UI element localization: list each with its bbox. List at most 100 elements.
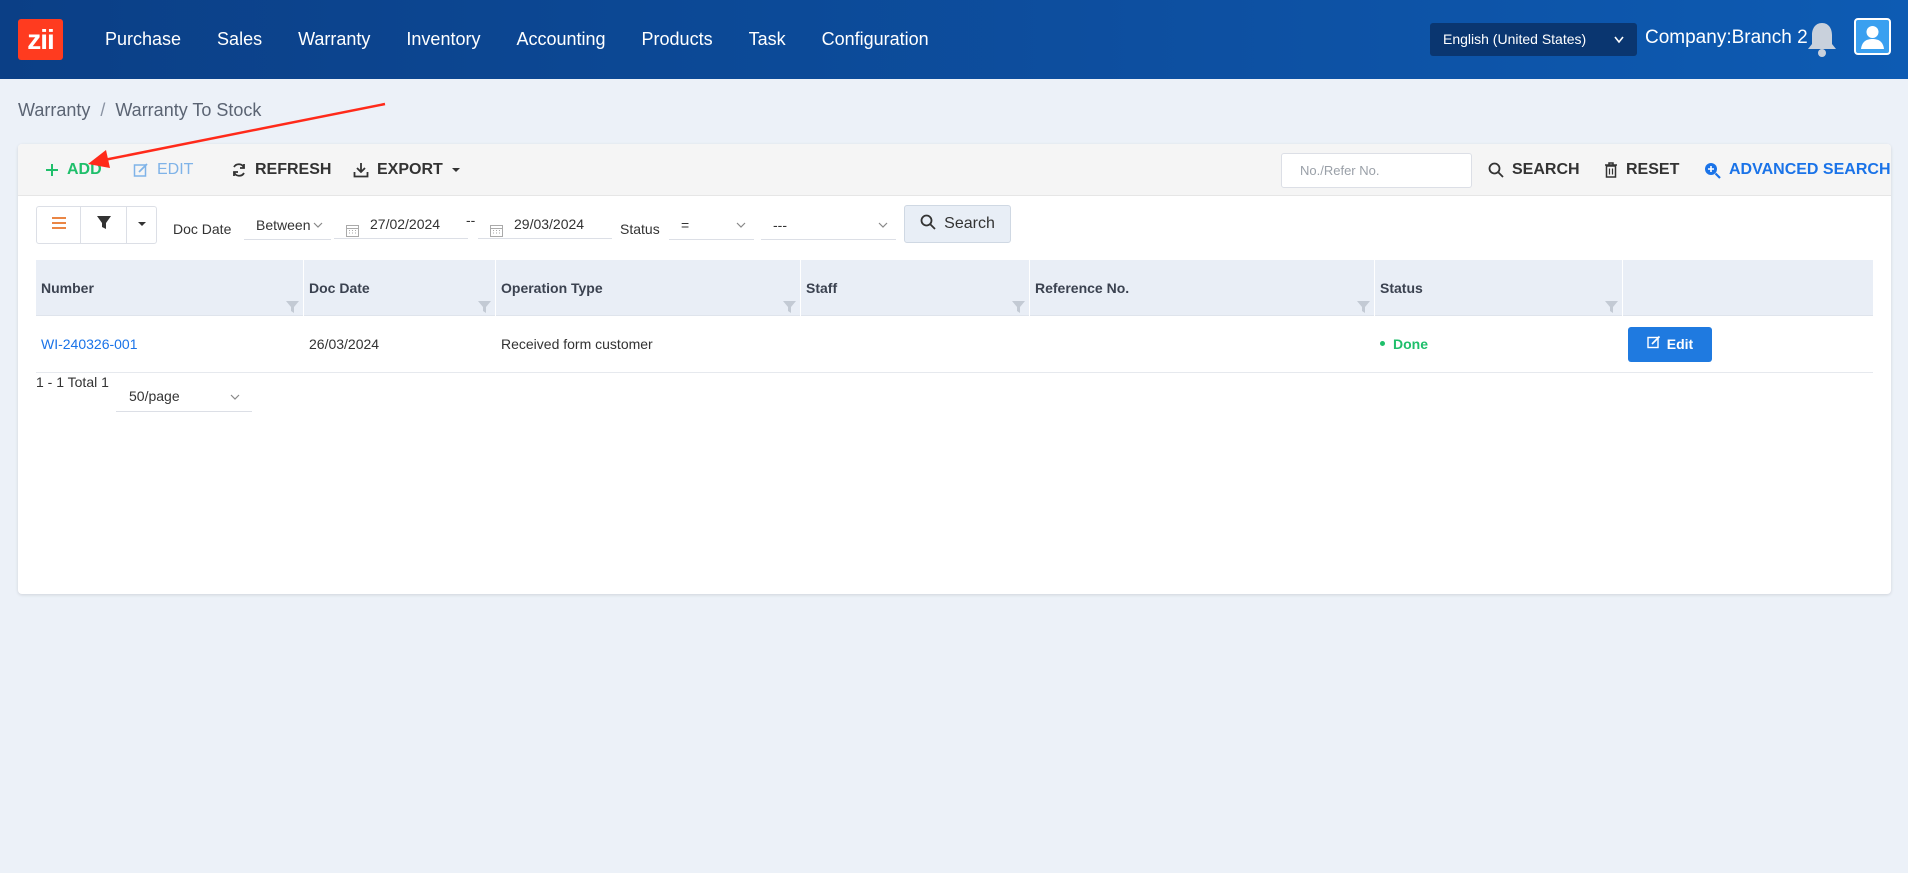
- date-from-input[interactable]: 27/02/2024: [334, 209, 468, 239]
- cell-number: WI-240326-001: [36, 316, 304, 373]
- top-navbar: zii Purchase Sales Warranty Inventory Ac…: [0, 0, 1908, 79]
- breadcrumb: Warranty / Warranty To Stock: [18, 100, 261, 121]
- caret-down-icon: [451, 165, 461, 175]
- nav-item-inventory[interactable]: Inventory: [406, 29, 480, 50]
- export-button-label: EXPORT: [377, 161, 443, 178]
- breadcrumb-warranty[interactable]: Warranty: [18, 100, 90, 120]
- column-header-label: Status: [1380, 280, 1423, 296]
- column-header-label: Number: [41, 280, 94, 296]
- row-edit-label: Edit: [1666, 336, 1694, 352]
- column-header-reference-no[interactable]: Reference No.: [1030, 260, 1375, 316]
- column-header-label: Reference No.: [1035, 280, 1130, 296]
- main-nav: Purchase Sales Warranty Inventory Accoun…: [87, 0, 947, 79]
- column-header-label: Staff: [806, 280, 838, 296]
- pagination-summary: 1 - 1 Total 1: [36, 374, 109, 390]
- column-header-operation-type[interactable]: Operation Type: [496, 260, 801, 316]
- column-header-label: Doc Date: [309, 280, 370, 296]
- column-header-label: Operation Type: [501, 280, 603, 296]
- doc-date-operator-value: Between: [256, 217, 311, 233]
- view-toggle-group: [36, 206, 157, 244]
- refresh-button[interactable]: REFRESH: [231, 144, 331, 196]
- nav-item-accounting[interactable]: Accounting: [516, 29, 605, 50]
- nav-item-sales[interactable]: Sales: [217, 29, 262, 50]
- cell-doc-date: 26/03/2024: [309, 336, 380, 352]
- app-logo[interactable]: zii: [18, 19, 63, 60]
- nav-item-purchase[interactable]: Purchase: [105, 29, 181, 50]
- nav-item-products[interactable]: Products: [642, 29, 713, 50]
- chevron-down-icon: [313, 210, 323, 252]
- calendar-icon: [490, 217, 503, 247]
- status-operator-select[interactable]: =: [669, 210, 754, 240]
- filter-icon: [96, 215, 112, 235]
- search-icon: [920, 214, 936, 235]
- search-input-placeholder: No./Refer No.: [1300, 163, 1380, 178]
- page-size-value: 50/page: [129, 388, 180, 404]
- filter-search-label: Search: [944, 215, 995, 232]
- advanced-search-label: ADVANCED SEARCH: [1729, 161, 1891, 178]
- cell-operation-type: Received form customer: [501, 336, 653, 352]
- date-range-separator: --: [466, 212, 476, 228]
- zoom-in-icon: [1704, 162, 1721, 179]
- filter-search-button[interactable]: Search: [904, 205, 1011, 243]
- doc-date-operator-select[interactable]: Between: [244, 210, 331, 240]
- cell-status: Done: [1375, 316, 1623, 373]
- status-value: ---: [773, 217, 787, 233]
- filter-button[interactable]: [81, 207, 127, 243]
- search-button[interactable]: SEARCH: [1488, 144, 1580, 196]
- chevron-down-icon: [736, 210, 746, 252]
- status-text: Done: [1393, 336, 1428, 352]
- export-button[interactable]: EXPORT: [353, 144, 461, 196]
- cell-actions: Edit: [1623, 316, 1873, 373]
- chevron-down-icon: [230, 381, 240, 425]
- bell-icon[interactable]: [1803, 19, 1841, 59]
- menu-lines-icon: [51, 216, 67, 235]
- search-button-label: SEARCH: [1512, 161, 1580, 178]
- column-header-doc-date[interactable]: Doc Date: [304, 260, 496, 316]
- company-branch[interactable]: Company:Branch 2: [1645, 27, 1808, 49]
- row-edit-button[interactable]: Edit: [1628, 327, 1712, 362]
- refresh-button-label: REFRESH: [255, 161, 332, 178]
- page-size-select[interactable]: 50/page: [116, 381, 252, 412]
- search-icon: [1488, 162, 1504, 178]
- chevron-down-icon: [1613, 23, 1625, 69]
- status-label: Status: [620, 221, 660, 237]
- nav-item-warranty[interactable]: Warranty: [298, 29, 370, 50]
- record-link[interactable]: WI-240326-001: [41, 336, 138, 352]
- date-to-input[interactable]: 29/03/2024: [478, 209, 612, 239]
- toolbar: ADD EDIT REFRESH EXPORT No./Refer No. SE…: [18, 144, 1891, 196]
- status-badge: Done: [1380, 336, 1428, 352]
- download-icon: [353, 162, 369, 178]
- breadcrumb-current: Warranty To Stock: [115, 100, 262, 120]
- status-value-select[interactable]: ---: [761, 210, 896, 240]
- add-button[interactable]: ADD: [45, 144, 102, 196]
- language-select[interactable]: English (United States): [1430, 23, 1637, 56]
- caret-down-icon: [137, 216, 147, 234]
- avatar[interactable]: [1854, 18, 1891, 55]
- data-table: Number Doc Date Operation Type Staff Ref…: [36, 260, 1873, 373]
- trash-icon: [1604, 162, 1618, 178]
- column-header-staff[interactable]: Staff: [801, 260, 1030, 316]
- column-header-status[interactable]: Status: [1375, 260, 1623, 316]
- add-button-label: ADD: [67, 161, 102, 178]
- reset-button[interactable]: RESET: [1604, 144, 1679, 196]
- edit-button-label: EDIT: [157, 161, 194, 178]
- cell-staff: [801, 316, 1030, 373]
- nav-item-task[interactable]: Task: [749, 29, 786, 50]
- search-input[interactable]: No./Refer No.: [1281, 153, 1472, 188]
- list-panel: ADD EDIT REFRESH EXPORT No./Refer No. SE…: [18, 144, 1891, 594]
- edit-button[interactable]: EDIT: [133, 144, 193, 196]
- reset-button-label: RESET: [1626, 161, 1680, 178]
- language-value: English (United States): [1443, 31, 1587, 47]
- filter-dropdown-button[interactable]: [127, 207, 156, 243]
- edit-icon: [133, 162, 149, 178]
- table-row[interactable]: WI-240326-001 26/03/2024 Received form c…: [36, 316, 1873, 373]
- column-header-actions: [1623, 260, 1873, 316]
- nav-item-configuration[interactable]: Configuration: [822, 29, 929, 50]
- column-header-number[interactable]: Number: [36, 260, 304, 316]
- date-to-value: 29/03/2024: [514, 216, 585, 232]
- list-view-button[interactable]: [37, 207, 81, 243]
- advanced-search-button[interactable]: ADVANCED SEARCH: [1704, 144, 1891, 196]
- refresh-icon: [231, 162, 247, 178]
- date-from-value: 27/02/2024: [370, 216, 441, 232]
- chevron-down-icon: [878, 210, 888, 252]
